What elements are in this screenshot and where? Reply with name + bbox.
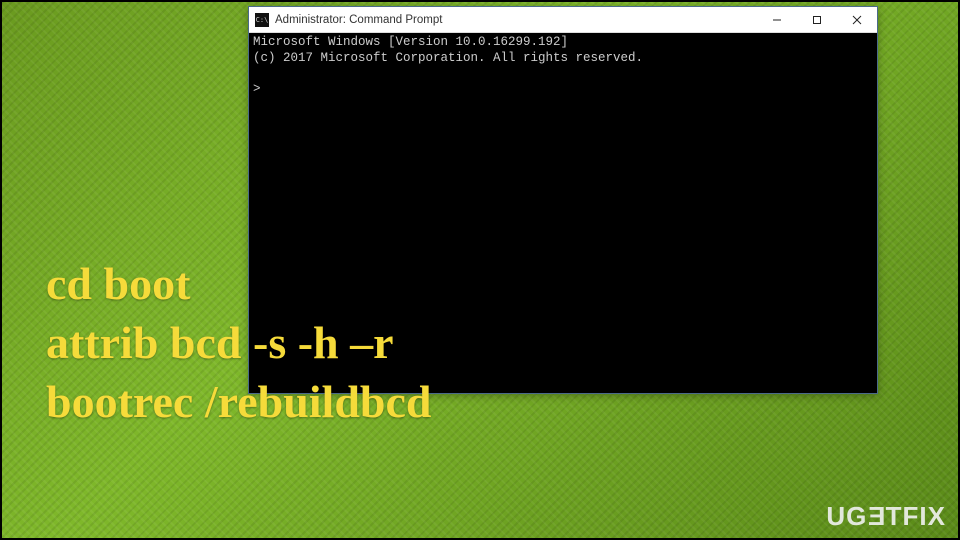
terminal-line-2: (c) 2017 Microsoft Corporation. All righ… <box>253 51 643 65</box>
window-controls <box>757 7 877 32</box>
cmd-icon: C:\ <box>255 13 269 27</box>
terminal-prompt: > <box>253 82 261 96</box>
terminal-line-1: Microsoft Windows [Version 10.0.16299.19… <box>253 35 568 49</box>
ugetfix-watermark: UGETFIX <box>826 501 946 532</box>
window-title: Administrator: Command Prompt <box>275 14 757 26</box>
close-icon <box>852 15 862 25</box>
watermark-part3: TFIX <box>886 501 946 532</box>
overlay-command-2: attrib bcd -s -h –r <box>46 314 432 373</box>
watermark-part2: E <box>867 501 885 532</box>
maximize-button[interactable] <box>797 7 837 32</box>
minimize-icon <box>772 15 782 25</box>
close-button[interactable] <box>837 7 877 32</box>
watermark-part1: UG <box>826 501 867 532</box>
command-overlay-text: cd boot attrib bcd -s -h –r bootrec /reb… <box>46 255 432 432</box>
overlay-command-3: bootrec /rebuildbcd <box>46 373 432 432</box>
overlay-command-1: cd boot <box>46 255 432 314</box>
window-titlebar[interactable]: C:\ Administrator: Command Prompt <box>249 7 877 33</box>
maximize-icon <box>812 15 822 25</box>
minimize-button[interactable] <box>757 7 797 32</box>
